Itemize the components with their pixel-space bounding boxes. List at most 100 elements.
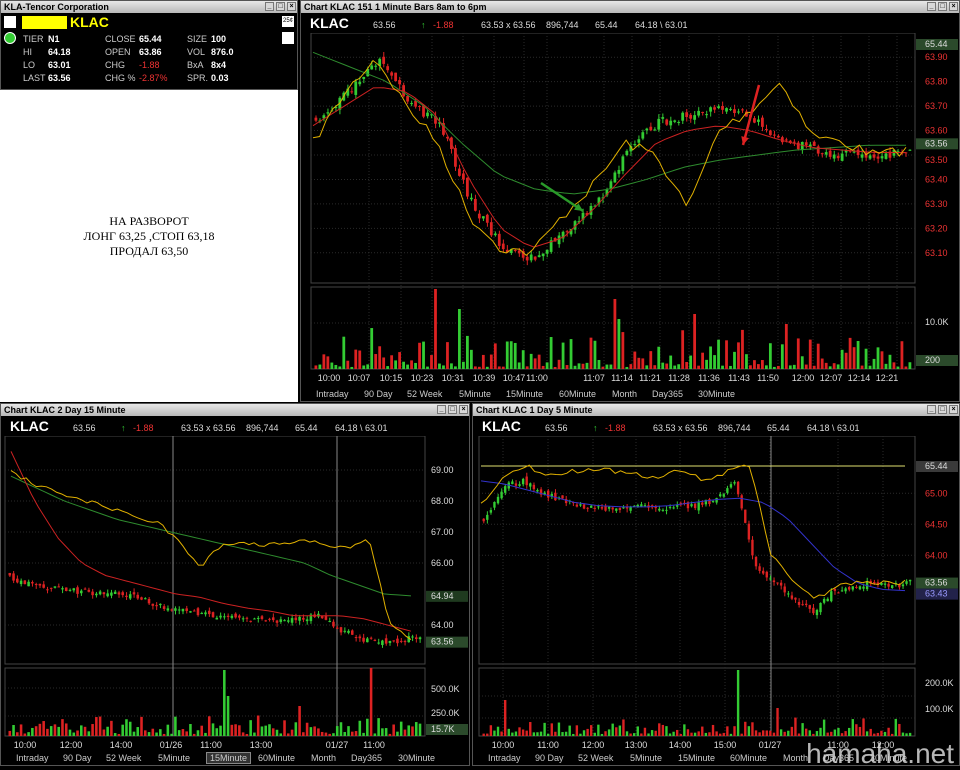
volume-bar (215, 728, 219, 736)
option-box[interactable] (282, 32, 294, 44)
maximize-icon[interactable]: □ (938, 2, 947, 11)
volume-bar (223, 670, 226, 736)
volume-bar (426, 366, 429, 369)
close-icon[interactable]: × (459, 405, 468, 414)
tab-90-day[interactable]: 90 Day (535, 753, 564, 763)
left-chart-titlebar[interactable]: Chart KLAC 2 Day 15 Minute _ □ × (1, 404, 469, 416)
candle-body (181, 608, 185, 612)
tab-month[interactable]: Month (612, 389, 637, 399)
volume-bar (396, 731, 399, 736)
candle-body (230, 615, 234, 618)
candle-body (207, 610, 211, 615)
link-checkbox[interactable] (4, 16, 16, 28)
candle-body (83, 588, 87, 590)
candle-body (765, 571, 768, 578)
volume-bar (309, 727, 313, 736)
tab-15minute[interactable]: 15Minute (206, 752, 252, 764)
close-icon[interactable]: × (949, 2, 958, 11)
close-icon[interactable]: × (287, 2, 296, 11)
tab-15minute[interactable]: 15Minute (678, 753, 715, 763)
maximize-icon[interactable]: □ (938, 405, 947, 414)
candle-body (529, 483, 532, 487)
candle-body (636, 504, 639, 507)
tab-month[interactable]: Month (311, 753, 336, 763)
volume-bar (317, 728, 320, 736)
tab-52-week[interactable]: 52 Week (578, 753, 613, 763)
candle-body (645, 128, 649, 131)
close-icon[interactable]: × (949, 405, 958, 414)
quote-value: 63.01 (48, 60, 71, 70)
volume-bar (640, 733, 643, 736)
tab-60minute[interactable]: 60Minute (730, 753, 767, 763)
volume-bar (354, 731, 358, 736)
quote-label: SPR. (187, 73, 209, 83)
minimize-icon[interactable]: _ (437, 405, 446, 414)
tab-month[interactable]: Month (783, 753, 808, 763)
candle-body (828, 150, 832, 157)
quote-symbol[interactable]: KLAC (70, 14, 109, 30)
candle-body (501, 243, 505, 250)
candle-body (398, 80, 402, 85)
candle-body (496, 496, 500, 504)
quote-label: TIER (23, 34, 44, 44)
candle-body (159, 603, 162, 606)
tab-15minute[interactable]: 15Minute (506, 389, 543, 399)
time-axis-label: 14:00 (110, 740, 133, 750)
tab-intraday[interactable]: Intraday (16, 753, 49, 763)
volume-bar (780, 344, 784, 369)
main-chart-titlebar[interactable]: Chart KLAC 151 1 Minute Bars 8am to 6pm … (301, 1, 959, 13)
volume-bar (545, 362, 549, 369)
volume-bar (12, 725, 15, 736)
tab-90-day[interactable]: 90 Day (364, 389, 393, 399)
volume-bar (543, 722, 546, 736)
left-chart-plot[interactable]: 69.00 68.00 67.00 66.00 64.94 64.00 63.56 500.0… (1, 436, 469, 756)
candle-body (883, 583, 887, 585)
tab-90-day[interactable]: 90 Day (63, 753, 92, 763)
tab-5minute[interactable]: 5Minute (459, 389, 491, 399)
minimize-icon[interactable]: _ (927, 2, 936, 11)
candle-body (418, 105, 421, 107)
time-axis-label: 10:15 (380, 373, 403, 383)
volume-bar (330, 362, 334, 369)
right-chart-titlebar[interactable]: Chart KLAC 1 Day 5 Minute _ □ × (473, 404, 959, 416)
volume-bar (673, 365, 677, 369)
right-chart-plot[interactable]: 65.44 65.00 64.50 64.00 63.5663.43 200.0K 100.… (473, 436, 959, 756)
tab-intraday[interactable]: Intraday (488, 753, 521, 763)
volume-bar (729, 733, 733, 736)
candle-body (72, 588, 76, 591)
volume-bar (641, 358, 645, 369)
volume-bar (64, 723, 68, 736)
tab-day365[interactable]: Day365 (351, 753, 382, 763)
volume-bar (860, 365, 864, 369)
tab-30minute[interactable]: 30Minute (398, 753, 435, 763)
candle-body (302, 617, 305, 620)
tab-5minute[interactable]: 5Minute (630, 753, 662, 763)
tab-30minute[interactable]: 30Minute (698, 389, 735, 399)
price-axis-label: 63.56 (925, 578, 948, 588)
candle-body (737, 111, 740, 113)
tab-5minute[interactable]: 5Minute (158, 753, 190, 763)
maximize-icon[interactable]: □ (448, 405, 457, 414)
tab-day365[interactable]: Day365 (652, 389, 683, 399)
quote-value: N1 (48, 34, 60, 44)
tab-52-week[interactable]: 52 Week (407, 389, 442, 399)
tab-intraday[interactable]: Intraday (316, 389, 349, 399)
candle-body (366, 638, 369, 643)
minimize-icon[interactable]: _ (927, 405, 936, 414)
badge-icon[interactable]: 25¢ (282, 16, 294, 27)
tab-60minute[interactable]: 60Minute (559, 389, 596, 399)
volume-bar (800, 356, 804, 369)
volume-bar (836, 364, 840, 369)
tab-52-week[interactable]: 52 Week (106, 753, 141, 763)
candle-body (46, 589, 49, 591)
quote-titlebar[interactable]: KLA-Tencor Corporation _ □ × (1, 1, 297, 13)
price-axis-label: 63.40 (925, 174, 948, 184)
maximize-icon[interactable]: □ (276, 2, 285, 11)
minimize-icon[interactable]: _ (265, 2, 274, 11)
candle-body (241, 618, 245, 620)
volume-bar (313, 726, 316, 736)
candle-body (685, 112, 689, 117)
main-chart-plot[interactable]: 65.44 63.90 63.80 63.70 63.60 63.56 63.50 63.40… (301, 33, 959, 389)
ma-red-line (312, 87, 906, 248)
tab-60minute[interactable]: 60Minute (258, 753, 295, 763)
